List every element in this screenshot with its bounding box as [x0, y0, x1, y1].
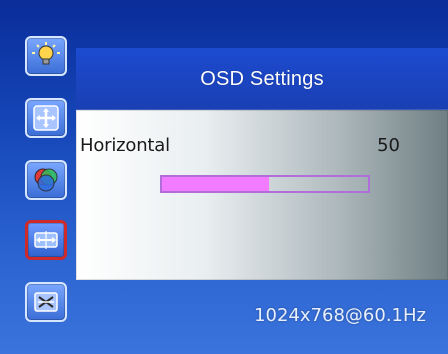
reset-icon — [34, 292, 58, 312]
color-balls-icon — [34, 168, 58, 192]
setting-progress-bar[interactable] — [160, 175, 370, 193]
sidebar-item-color[interactable] — [25, 160, 67, 200]
osd-header: OSD Settings — [76, 48, 448, 110]
setting-label: Horizontal — [80, 135, 170, 156]
setting-progress-fill — [162, 177, 270, 191]
sidebar-item-reset[interactable] — [25, 282, 67, 322]
sidebar-item-brightness[interactable] — [25, 36, 67, 76]
sidebar-item-position[interactable] — [25, 98, 67, 138]
osd-screen: OSD Settings Horizontal 50 1024x768@60.1… — [0, 0, 448, 354]
osd-settings-icon — [34, 231, 58, 249]
brightness-bulb-icon — [32, 42, 60, 65]
sidebar-item-osd-settings[interactable] — [25, 220, 67, 260]
setting-value: 50 — [377, 135, 400, 156]
setting-panel: Horizontal 50 — [76, 110, 448, 280]
resolution-status: 1024x768@60.1Hz — [254, 305, 426, 326]
osd-sidebar — [0, 0, 80, 354]
osd-title: OSD Settings — [200, 67, 324, 90]
position-arrows-icon — [33, 105, 59, 131]
